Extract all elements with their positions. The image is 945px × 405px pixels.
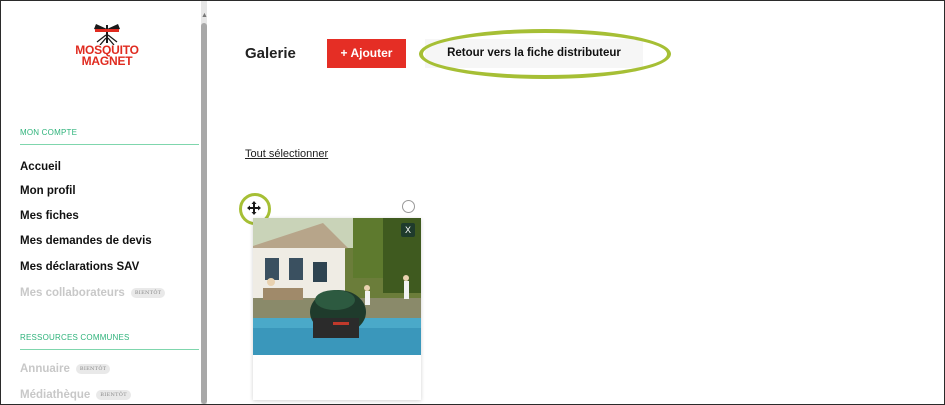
coming-soon-badge: BIENTÔT (75, 363, 111, 374)
coming-soon-badge: BIENTÔT (130, 287, 166, 298)
section-title-ressources-communes: RESSOURCES COMMUNES (20, 333, 130, 342)
logo-line-2: MAGNET (81, 54, 133, 68)
sidebar-item-label: Annuaire (20, 363, 70, 375)
coming-soon-badge: BIENTÔT (96, 389, 131, 400)
gallery-photo[interactable]: X (253, 218, 421, 355)
section-divider (20, 349, 199, 350)
sidebar-item-mes-declarations-sav[interactable]: Mes déclarations SAV (20, 261, 139, 273)
sidebar-item-accueil[interactable]: Accueil (20, 161, 61, 173)
mosquito-icon (94, 24, 120, 45)
select-all-link[interactable]: Tout sélectionner (245, 148, 328, 160)
sidebar-item-annuaire: Annuaire BIENTÔT (20, 363, 111, 375)
move-arrows-icon (247, 201, 261, 215)
add-button[interactable]: + Ajouter (327, 39, 406, 68)
sidebar-item-mes-demandes-de-devis[interactable]: Mes demandes de devis (20, 235, 152, 247)
gallery-card[interactable]: X (253, 218, 421, 400)
mosquito-magnet-logo[interactable]: MOSQUITO MAGNET (67, 23, 147, 91)
sidebar-item-mediatheque: Médiathèque BIENTÔT (20, 389, 131, 401)
app-frame: MOSQUITO MAGNET MON COMPTE Accueil Mon p… (0, 0, 945, 405)
select-image-radio[interactable] (402, 200, 415, 213)
section-title-mon-compte: MON COMPTE (20, 128, 78, 137)
sidebar-item-mes-fiches[interactable]: Mes fiches (20, 210, 79, 222)
back-to-distributor-button[interactable]: Retour vers la fiche distributeur (425, 39, 643, 68)
sidebar-item-mon-profil[interactable]: Mon profil (20, 185, 76, 197)
remove-image-button[interactable]: X (401, 223, 415, 237)
sidebar-item-label: Mes collaborateurs (20, 287, 125, 299)
sidebar: MOSQUITO MAGNET MON COMPTE Accueil Mon p… (1, 1, 201, 404)
main-content: Galerie + Ajouter Retour vers la fiche d… (207, 1, 944, 404)
section-divider (20, 144, 199, 145)
page-title: Galerie (245, 45, 296, 62)
sidebar-item-mes-collaborateurs: Mes collaborateurs BIENTÔT (20, 287, 166, 299)
sidebar-item-label: Médiathèque (20, 389, 91, 401)
